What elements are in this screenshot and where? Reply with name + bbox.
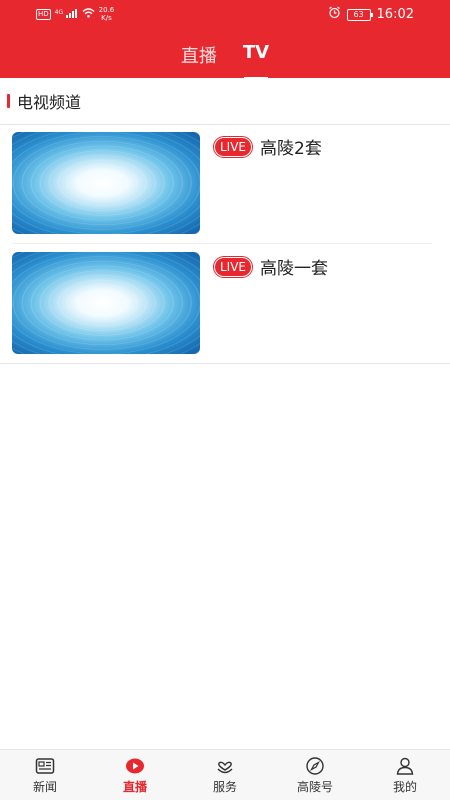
nav-service[interactable]: 服务: [180, 750, 270, 800]
signal-label: 4G: [54, 8, 64, 16]
network-speed: 20.6 K/s: [99, 6, 115, 22]
section-header: 电视频道: [0, 78, 450, 125]
channel-info: LIVE 高陵2套: [214, 134, 322, 159]
nav-mine-label: 我的: [392, 779, 417, 794]
list-end-divider: [0, 363, 450, 364]
user-icon: [396, 757, 414, 775]
channel-name[interactable]: 高陵一套: [260, 254, 328, 279]
battery-icon: 63: [346, 8, 373, 21]
bottom-nav: 新闻 直播 服务 高陵号 我的: [0, 749, 450, 800]
channel-item[interactable]: LIVE 高陵2套: [12, 124, 432, 244]
alarm-icon: [328, 6, 341, 23]
nav-live[interactable]: 直播: [90, 750, 180, 800]
nav-gaoling-label: 高陵号: [296, 779, 333, 794]
tab-tv[interactable]: TV: [243, 42, 269, 80]
play-icon: [126, 758, 144, 773]
live-badge: LIVE: [214, 256, 253, 277]
tab-bar: 直播 TV: [0, 42, 450, 80]
news-icon: [35, 757, 55, 774]
wifi-icon: [82, 8, 95, 20]
compass-icon: [306, 756, 324, 775]
nav-service-label: 服务: [212, 779, 237, 794]
live-badge: LIVE: [214, 136, 253, 157]
tab-live[interactable]: 直播: [181, 42, 217, 80]
speed-value: 20.6: [98, 6, 115, 14]
status-right: 63 16:02: [328, 6, 414, 23]
nav-news[interactable]: 新闻: [0, 750, 90, 800]
speed-unit: K/s: [101, 14, 112, 22]
signal-icon: 4G: [54, 8, 78, 20]
status-left: HD 4G 20.6 K/s: [36, 6, 114, 22]
top-bar: HD 4G 20.6 K/s 63 16:02 直播 TV: [0, 0, 450, 80]
channel-thumbnail[interactable]: [12, 252, 200, 354]
nav-gaoling[interactable]: 高陵号: [270, 750, 360, 800]
channel-thumbnail[interactable]: [12, 132, 200, 234]
hd-badge: HD: [36, 8, 51, 20]
channel-info: LIVE 高陵一套: [214, 254, 328, 279]
clock: 16:02: [376, 7, 414, 22]
nav-news-label: 新闻: [32, 779, 57, 794]
channel-name[interactable]: 高陵2套: [260, 134, 322, 159]
service-icon: [217, 761, 233, 773]
section-accent-bar: [7, 94, 10, 108]
nav-live-label: 直播: [122, 779, 147, 794]
battery-level: 63: [353, 9, 364, 19]
channel-item[interactable]: LIVE 高陵一套: [12, 244, 432, 364]
section-title: 电视频道: [17, 93, 82, 112]
nav-mine[interactable]: 我的: [360, 750, 450, 800]
status-bar: HD 4G 20.6 K/s 63 16:02: [0, 0, 450, 28]
